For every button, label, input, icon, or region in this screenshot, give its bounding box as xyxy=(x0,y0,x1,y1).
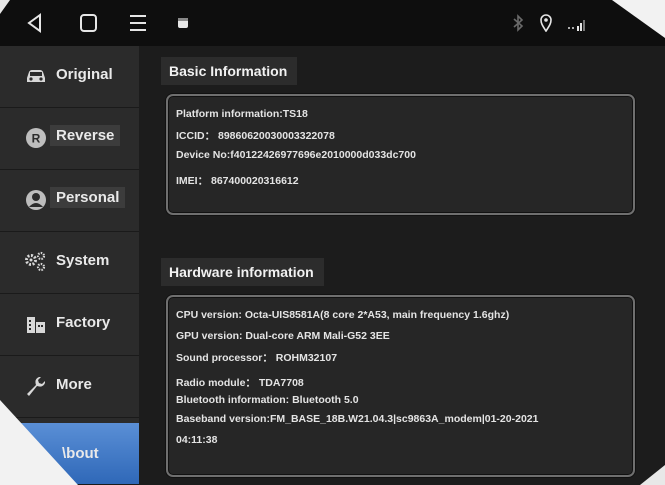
screen: Original R Reverse Personal System Facto… xyxy=(0,0,665,485)
page-corner-overlay xyxy=(0,0,665,485)
